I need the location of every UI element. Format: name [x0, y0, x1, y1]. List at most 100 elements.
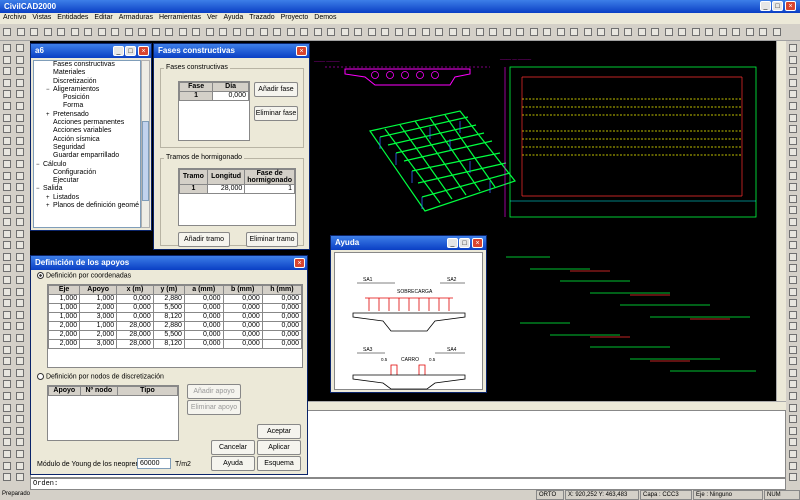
apoyos-cell[interactable]: 0,000 [183, 312, 224, 322]
apoyos-cell[interactable]: 0,000 [222, 339, 263, 349]
fases-close-button[interactable]: × [296, 46, 307, 56]
tree-item[interactable]: + Pretensado [34, 111, 140, 119]
toolbar-tool-icon[interactable] [3, 461, 11, 470]
toolbar-tool-icon[interactable] [3, 368, 11, 377]
toolbar-tool-icon[interactable] [789, 299, 797, 308]
apoyos-cell[interactable]: 28,000 [116, 339, 154, 349]
toolbar-tool-icon[interactable] [219, 28, 227, 36]
del-apoyo-button[interactable]: Eliminar apoyo [187, 400, 241, 415]
menu-armaduras[interactable]: Armaduras [116, 13, 156, 23]
toolbar-tool-icon[interactable] [354, 28, 362, 36]
toolbar-tool-icon[interactable] [300, 28, 308, 36]
toolbar-tool-icon[interactable] [3, 148, 11, 157]
toolbar-tool-icon[interactable] [3, 55, 11, 64]
apoyos-cell[interactable]: 28,000 [116, 321, 154, 331]
toolbar-tool-icon[interactable] [16, 438, 24, 447]
toolbar-tool-icon[interactable] [3, 334, 11, 342]
toolbar-tool-icon[interactable] [637, 28, 646, 36]
apoyos-cell[interactable]: 1,000 [47, 312, 81, 322]
apoyos-cell[interactable]: 0,000 [222, 303, 263, 313]
toolbar-tool-icon[interactable] [70, 28, 79, 36]
apoyos-cell[interactable]: 0,000 [116, 303, 154, 313]
tree-item[interactable]: Acciones variables [34, 127, 140, 135]
toolbar-tool-icon[interactable] [3, 392, 11, 400]
cancel-button[interactable]: Cancelar [211, 440, 255, 455]
apoyos-cell[interactable]: 1,000 [79, 321, 118, 331]
toolbar-tool-icon[interactable] [16, 310, 24, 319]
apoyos-cell[interactable]: 1,000 [47, 294, 81, 304]
toolbar-tool-icon[interactable] [16, 90, 24, 99]
toolbar-tool-icon[interactable] [16, 403, 24, 412]
toolbar-tool-icon[interactable] [502, 28, 511, 36]
toolbar-tool-icon[interactable] [691, 28, 700, 36]
toolbar-tool-icon[interactable] [97, 28, 106, 36]
toolbar-tool-icon[interactable] [3, 229, 11, 238]
toolbar-tool-icon[interactable] [3, 322, 11, 331]
toolbar-tool-icon[interactable] [789, 136, 797, 145]
apoyos-cell[interactable]: 2,880 [152, 294, 185, 304]
menu-vistas[interactable]: Vistas [29, 13, 54, 23]
toolbar-tool-icon[interactable] [3, 125, 11, 134]
toolbar-tool-icon[interactable] [286, 28, 295, 36]
toolbar-tool-icon[interactable] [16, 218, 24, 226]
toolbar-tool-icon[interactable] [16, 368, 24, 377]
tree-item[interactable]: Discretización [34, 78, 140, 86]
toolbar-tool-icon[interactable] [205, 28, 214, 36]
apoyos-cell[interactable]: 0,000 [261, 330, 303, 340]
tree-item[interactable]: Posición [34, 94, 140, 102]
toolbar-tool-icon[interactable] [16, 136, 24, 145]
toolbar-tool-icon[interactable] [124, 28, 133, 36]
toolbar-tool-icon[interactable] [570, 28, 578, 36]
toolbar-tool-icon[interactable] [789, 287, 797, 296]
toolbar-tool-icon[interactable] [43, 28, 52, 36]
toolbar-tool-icon[interactable] [3, 426, 11, 435]
toolbar-tool-icon[interactable] [448, 28, 457, 36]
menu-editar[interactable]: Editar [91, 13, 115, 23]
toolbar-tool-icon[interactable] [16, 426, 24, 435]
apoyos-cell[interactable]: 2,000 [47, 330, 81, 340]
toolbar-tool-icon[interactable] [543, 28, 551, 36]
toolbar-tool-icon[interactable] [192, 28, 200, 36]
toolbar-tool-icon[interactable] [789, 183, 797, 192]
tree-item[interactable]: + Listados [34, 194, 140, 202]
add-tramo-button[interactable]: Añadir tramo [178, 232, 230, 247]
toolbar-tool-icon[interactable] [789, 426, 797, 435]
menu-ver[interactable]: Ver [204, 13, 221, 23]
toolbar-tool-icon[interactable] [789, 67, 797, 76]
toolbar-tool-icon[interactable] [462, 28, 470, 36]
toolbar-tool-icon[interactable] [3, 44, 11, 52]
tree-item[interactable]: Configuración [34, 169, 140, 177]
toolbar-tool-icon[interactable] [16, 102, 24, 110]
apoyos-cell[interactable]: 0,000 [261, 339, 303, 349]
tree-item[interactable]: Guardar emparrillado [34, 152, 140, 160]
toolbar-tool-icon[interactable] [789, 357, 797, 366]
apoyos-cell[interactable]: 2,000 [47, 339, 81, 349]
apoyos-cell[interactable]: 2,000 [79, 303, 118, 313]
toolbar-tool-icon[interactable] [259, 28, 268, 36]
toolbar-tool-icon[interactable] [16, 322, 24, 331]
toolbar-tool-icon[interactable] [3, 450, 11, 458]
toolbar-tool-icon[interactable] [313, 28, 322, 36]
apoyos-cell[interactable]: 3,000 [79, 312, 118, 322]
apoyos-cell[interactable]: 0,000 [222, 330, 263, 340]
toolbar-tool-icon[interactable] [178, 28, 187, 36]
toolbar-tool-icon[interactable] [789, 229, 797, 238]
toolbar-tool-icon[interactable] [16, 171, 24, 180]
toolbar-tool-icon[interactable] [327, 28, 335, 36]
toolbar-tool-icon[interactable] [3, 67, 11, 76]
toolbar-tool-icon[interactable] [3, 194, 11, 203]
tree-maximize-button[interactable]: □ [125, 46, 136, 56]
toolbar-tool-icon[interactable] [16, 67, 24, 76]
tree-item[interactable]: Acción sísmica [34, 136, 140, 144]
menu-proyecto[interactable]: Proyecto [278, 13, 312, 23]
toolbar-tool-icon[interactable] [273, 28, 281, 36]
toolbar-tool-icon[interactable] [16, 28, 25, 36]
toolbar-tool-icon[interactable] [57, 28, 65, 36]
toolbar-tool-icon[interactable] [3, 438, 11, 447]
toolbar-tool-icon[interactable] [3, 287, 11, 296]
apoyos-cell[interactable]: 0,000 [222, 321, 263, 331]
young-input[interactable]: 60000 [137, 458, 171, 469]
menu-trazado[interactable]: Trazado [246, 13, 277, 23]
radio-coordenadas[interactable]: Definición por coordenadas [37, 272, 131, 282]
toolbar-tool-icon[interactable] [16, 44, 24, 52]
